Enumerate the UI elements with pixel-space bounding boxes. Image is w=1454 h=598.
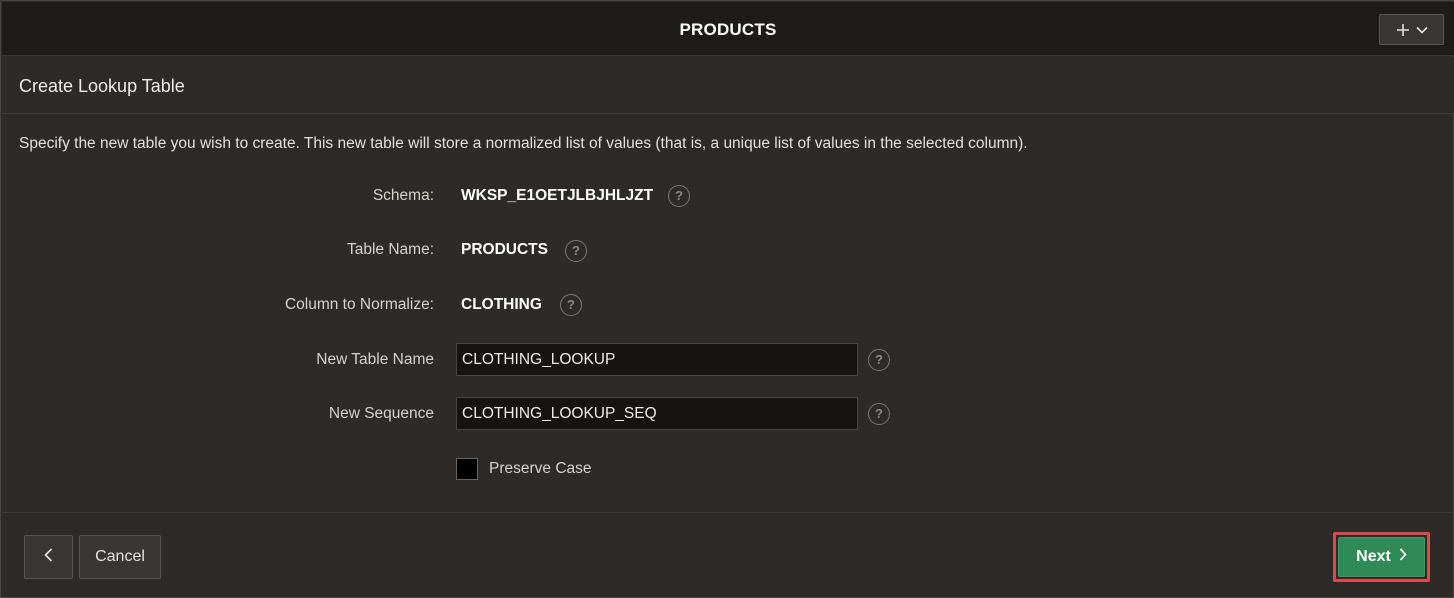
column-to-normalize-row: Column to Normalize: CLOTHING ?	[1, 288, 1454, 322]
next-button-label: Next	[1356, 548, 1391, 565]
new-sequence-row: New Sequence ?	[1, 397, 1454, 431]
preserve-case-label[interactable]: Preserve Case	[489, 460, 592, 478]
new-sequence-input[interactable]	[456, 397, 858, 430]
plus-icon	[1396, 23, 1410, 37]
new-table-name-row: New Table Name ?	[1, 343, 1454, 377]
help-icon[interactable]: ?	[868, 349, 890, 371]
dialog-titlebar: PRODUCTS	[2, 2, 1454, 56]
next-button[interactable]: Next	[1338, 537, 1425, 577]
cancel-button[interactable]: Cancel	[79, 535, 161, 579]
region-title: Create Lookup Table	[19, 76, 185, 96]
dialog-title: PRODUCTS	[679, 20, 777, 39]
table-name-label: Table Name:	[346, 241, 434, 258]
column-to-normalize-label: Column to Normalize:	[284, 296, 434, 313]
preserve-case-row: Preserve Case	[1, 458, 1454, 492]
instructions-text: Specify the new table you wish to create…	[19, 135, 1028, 152]
chevron-down-icon	[1415, 26, 1428, 34]
chevron-left-icon	[44, 547, 53, 567]
footer-divider	[2, 512, 1454, 513]
dialog-frame: PRODUCTS Create Lookup Table Specify the…	[0, 0, 1454, 598]
help-icon[interactable]: ?	[868, 403, 890, 425]
column-to-normalize-value: CLOTHING	[461, 296, 542, 313]
preserve-case-checkbox[interactable]	[456, 458, 478, 480]
schema-row: Schema: WKSP_E1OETJLBJHLJZT ?	[1, 179, 1454, 213]
help-icon[interactable]: ?	[565, 240, 587, 262]
new-table-name-input[interactable]	[456, 343, 858, 376]
region-header: Create Lookup Table	[2, 57, 1454, 114]
schema-value: WKSP_E1OETJLBJHLJZT	[461, 187, 654, 204]
schema-label: Schema:	[372, 187, 434, 204]
new-sequence-label: New Sequence	[328, 405, 434, 422]
help-icon[interactable]: ?	[668, 185, 690, 207]
add-menu-button[interactable]	[1379, 14, 1444, 45]
help-icon[interactable]: ?	[560, 294, 582, 316]
table-name-row: Table Name: PRODUCTS ?	[1, 233, 1454, 267]
table-name-value: PRODUCTS	[461, 241, 548, 258]
previous-button[interactable]	[24, 535, 73, 579]
new-table-name-label: New Table Name	[316, 351, 434, 368]
chevron-right-icon	[1399, 548, 1407, 566]
